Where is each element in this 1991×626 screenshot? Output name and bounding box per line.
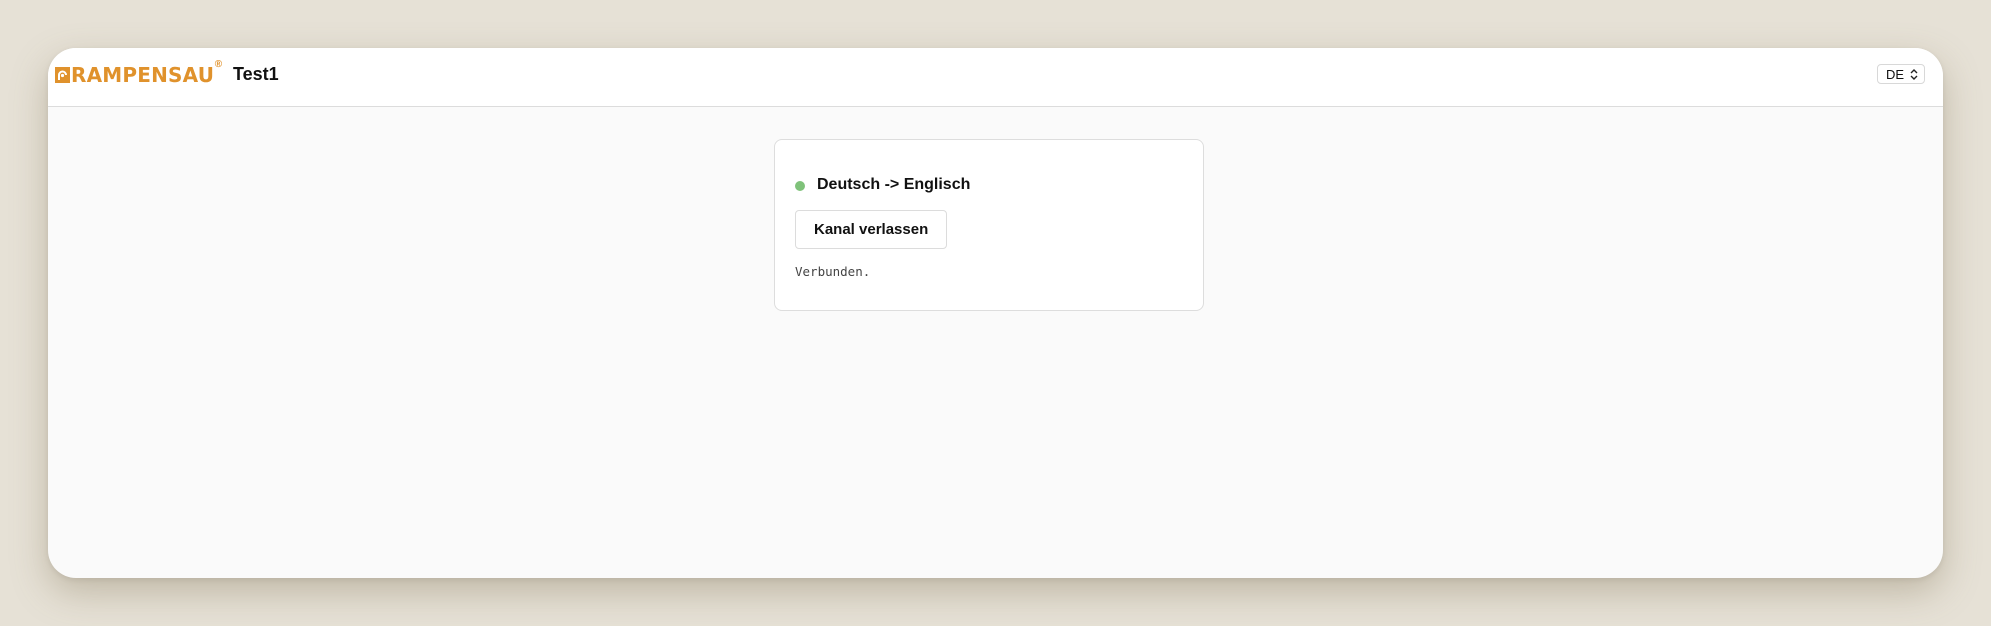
connection-status-text: Verbunden. [795, 264, 871, 279]
chevron-up-down-icon [1910, 69, 1918, 80]
leave-channel-button[interactable]: Kanal verlassen [795, 210, 948, 249]
rampensau-logo[interactable]: RAMPENSAU ® [55, 60, 222, 90]
language-select-value: DE [1886, 66, 1905, 82]
channel-card: Deutsch -> Englisch Kanal verlassen Verb… [774, 139, 1204, 311]
channel-title: Deutsch -> Englisch [817, 176, 971, 193]
language-select[interactable]: DE [1877, 64, 1925, 84]
logo-wordmark: RAMPENSAU [71, 63, 215, 87]
connection-status-dot [795, 181, 805, 191]
rampensau-logo-icon [55, 67, 70, 83]
registered-mark: ® [214, 59, 223, 70]
page-title: Test1 [233, 64, 279, 84]
app-window: RAMPENSAU ® Test1 DE Deutsch -> Englisch… [48, 48, 1943, 578]
top-bar: RAMPENSAU ® Test1 DE [48, 48, 1943, 107]
